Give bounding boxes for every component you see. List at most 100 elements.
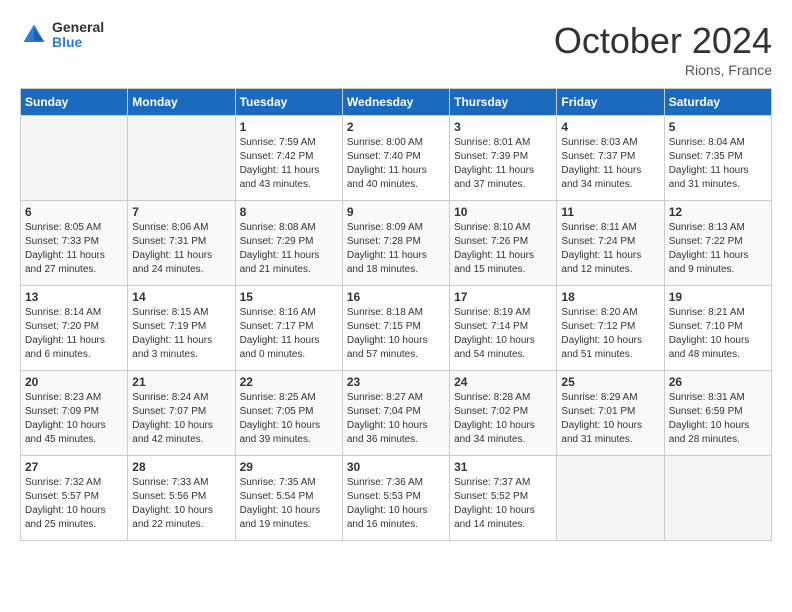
cell-content: Sunrise: 7:36 AMSunset: 5:53 PMDaylight:… — [347, 476, 445, 532]
day-number: 4 — [561, 120, 659, 134]
sunrise-text: Sunrise: 7:36 AM — [347, 477, 423, 488]
calendar-week-row: 1Sunrise: 7:59 AMSunset: 7:42 PMDaylight… — [21, 116, 772, 201]
calendar-header-row: SundayMondayTuesdayWednesdayThursdayFrid… — [21, 89, 772, 116]
day-number: 18 — [561, 290, 659, 304]
calendar-cell — [128, 116, 235, 201]
day-number: 8 — [240, 205, 338, 219]
calendar-cell: 10Sunrise: 8:10 AMSunset: 7:26 PMDayligh… — [450, 201, 557, 286]
calendar-cell — [664, 456, 771, 541]
daylight-text: Daylight: 11 hours and 43 minutes. — [240, 165, 320, 190]
sunrise-text: Sunrise: 8:21 AM — [669, 307, 745, 318]
cell-content: Sunrise: 8:10 AMSunset: 7:26 PMDaylight:… — [454, 221, 552, 277]
daylight-text: Daylight: 11 hours and 18 minutes. — [347, 250, 427, 275]
sunset-text: Sunset: 7:35 PM — [669, 151, 743, 162]
calendar-cell: 26Sunrise: 8:31 AMSunset: 6:59 PMDayligh… — [664, 371, 771, 456]
day-number: 23 — [347, 375, 445, 389]
calendar-cell: 3 Sunrise: 8:01 AMSunset: 7:39 PMDaylight… — [450, 116, 557, 201]
sunset-text: Sunset: 6:59 PM — [669, 406, 743, 417]
daylight-text: Daylight: 11 hours and 27 minutes. — [25, 250, 105, 275]
sunset-text: Sunset: 7:05 PM — [240, 406, 314, 417]
location: Rions, France — [554, 62, 772, 78]
day-number: 15 — [240, 290, 338, 304]
sunset-text: Sunset: 7:22 PM — [669, 236, 743, 247]
sunrise-text: Sunrise: 8:13 AM — [669, 222, 745, 233]
calendar-cell: 22Sunrise: 8:25 AMSunset: 7:05 PMDayligh… — [235, 371, 342, 456]
day-number: 7 — [132, 205, 230, 219]
calendar-cell: 31Sunrise: 7:37 AMSunset: 5:52 PMDayligh… — [450, 456, 557, 541]
cell-content: Sunrise: 8:18 AMSunset: 7:15 PMDaylight:… — [347, 306, 445, 362]
day-number: 28 — [132, 460, 230, 474]
daylight-text: Daylight: 10 hours and 34 minutes. — [454, 420, 535, 445]
day-number: 30 — [347, 460, 445, 474]
cell-content: Sunrise: 8:16 AM Sunset: 7:17 PM Daylight:… — [240, 306, 338, 362]
page-header: General Blue October 2024 Rions, France — [20, 20, 772, 78]
sunrise-text: Sunrise: 8:15 AM — [132, 307, 208, 318]
calendar-cell: 16Sunrise: 8:18 AMSunset: 7:15 PMDayligh… — [342, 286, 449, 371]
calendar-cell: 7Sunrise: 8:06 AMSunset: 7:31 PMDaylight… — [128, 201, 235, 286]
calendar-cell: 23Sunrise: 8:27 AMSunset: 7:04 PMDayligh… — [342, 371, 449, 456]
calendar-cell: 11Sunrise: 8:11 AMSunset: 7:24 PMDayligh… — [557, 201, 664, 286]
sunrise-text: Sunrise: 8:31 AM — [669, 392, 745, 403]
cell-content: Sunrise: 8:25 AMSunset: 7:05 PMDaylight:… — [240, 391, 338, 447]
day-number: 20 — [25, 375, 123, 389]
sunrise-text: Sunrise: 8:27 AM — [347, 392, 423, 403]
cell-content: Sunrise: 8:19 AMSunset: 7:14 PMDaylight:… — [454, 306, 552, 362]
daylight-text: Daylight: 11 hours and 0 minutes. — [240, 335, 320, 360]
daylight-text: Daylight: 10 hours and 31 minutes. — [561, 420, 642, 445]
calendar-cell — [557, 456, 664, 541]
sunset-text: Sunset: 7:17 PM — [240, 321, 314, 332]
cell-content: Sunrise: 8:13 AMSunset: 7:22 PMDaylight:… — [669, 221, 767, 277]
sunrise-text: Sunrise: 8:20 AM — [561, 307, 637, 318]
calendar-table: SundayMondayTuesdayWednesdayThursdayFrid… — [20, 88, 772, 541]
day-number: 3 — [454, 120, 552, 134]
daylight-text: Daylight: 10 hours and 28 minutes. — [669, 420, 750, 445]
title-block: October 2024 Rions, France — [554, 20, 772, 78]
sunrise-text: Sunrise: 8:09 AM — [347, 222, 423, 233]
sunrise-text: Sunrise: 8:05 AM — [25, 222, 101, 233]
cell-content: Sunrise: 8:03 AMSunset: 7:37 PMDaylight:… — [561, 136, 659, 192]
calendar-cell — [21, 116, 128, 201]
day-number: 6 — [25, 205, 123, 219]
cell-content: Sunrise: 8:01 AMSunset: 7:39 PMDaylight:… — [454, 136, 552, 192]
calendar-cell: 21Sunrise: 8:24 AMSunset: 7:07 PMDayligh… — [128, 371, 235, 456]
calendar-cell: 9Sunrise: 8:09 AMSunset: 7:28 PMDaylight… — [342, 201, 449, 286]
day-number: 2 — [347, 120, 445, 134]
sunset-text: Sunset: 5:54 PM — [240, 491, 314, 502]
sunrise-text: Sunrise: 8:08 AM — [240, 222, 316, 233]
calendar-cell: 1Sunrise: 7:59 AMSunset: 7:42 PMDaylight… — [235, 116, 342, 201]
sunset-text: Sunset: 7:20 PM — [25, 321, 99, 332]
sunset-text: Sunset: 7:04 PM — [347, 406, 421, 417]
daylight-text: Daylight: 11 hours and 3 minutes. — [132, 335, 212, 360]
calendar-week-row: 13Sunrise: 8:14 AMSunset: 7:20 PMDayligh… — [21, 286, 772, 371]
calendar-cell: 6Sunrise: 8:05 AMSunset: 7:33 PMDaylight… — [21, 201, 128, 286]
sunset-text: Sunset: 5:52 PM — [454, 491, 528, 502]
sunset-text: Sunset: 5:53 PM — [347, 491, 421, 502]
day-header-sunday: Sunday — [21, 89, 128, 116]
calendar-cell: 15 Sunrise: 8:16 AM Sunset: 7:17 PM Dayligh… — [235, 286, 342, 371]
sunrise-text: Sunrise: 8:14 AM — [25, 307, 101, 318]
cell-content: Sunrise: 8:21 AMSunset: 7:10 PMDaylight:… — [669, 306, 767, 362]
cell-content: Sunrise: 8:24 AMSunset: 7:07 PMDaylight:… — [132, 391, 230, 447]
calendar-cell: 18Sunrise: 8:20 AMSunset: 7:12 PMDayligh… — [557, 286, 664, 371]
sunrise-text: Sunrise: 7:32 AM — [25, 477, 101, 488]
daylight-text: Daylight: 11 hours and 31 minutes. — [669, 165, 749, 190]
day-number: 27 — [25, 460, 123, 474]
daylight-text: Daylight: 11 hours and 34 minutes. — [561, 165, 641, 190]
sunset-text: Sunset: 7:39 PM — [454, 151, 528, 162]
sunset-text: Sunset: 7:14 PM — [454, 321, 528, 332]
calendar-cell: 8 Sunrise: 8:08 AMSunset: 7:29 PMDaylight… — [235, 201, 342, 286]
day-number: 31 — [454, 460, 552, 474]
sunrise-text: Sunrise: 8:16 AM — [240, 307, 316, 318]
calendar-week-row: 27Sunrise: 7:32 AMSunset: 5:57 PMDayligh… — [21, 456, 772, 541]
logo-text: General Blue — [52, 20, 104, 51]
cell-content: Sunrise: 8:08 AMSunset: 7:29 PMDaylight:… — [240, 221, 338, 277]
cell-content: Sunrise: 8:31 AM Sunset: 6:59 PM Daylight:… — [669, 391, 767, 447]
sunset-text: Sunset: 7:31 PM — [132, 236, 206, 247]
logo-blue-text: Blue — [52, 35, 104, 50]
sunrise-text: Sunrise: 7:33 AM — [132, 477, 208, 488]
daylight-text: Daylight: 11 hours and 24 minutes. — [132, 250, 212, 275]
sunset-text: Sunset: 7:42 PM — [240, 151, 314, 162]
calendar-cell: 17Sunrise: 8:19 AMSunset: 7:14 PMDayligh… — [450, 286, 557, 371]
cell-content: Sunrise: 8:28 AMSunset: 7:02 PMDaylight:… — [454, 391, 552, 447]
cell-content: Sunrise: 8:27 AMSunset: 7:04 PMDaylight:… — [347, 391, 445, 447]
